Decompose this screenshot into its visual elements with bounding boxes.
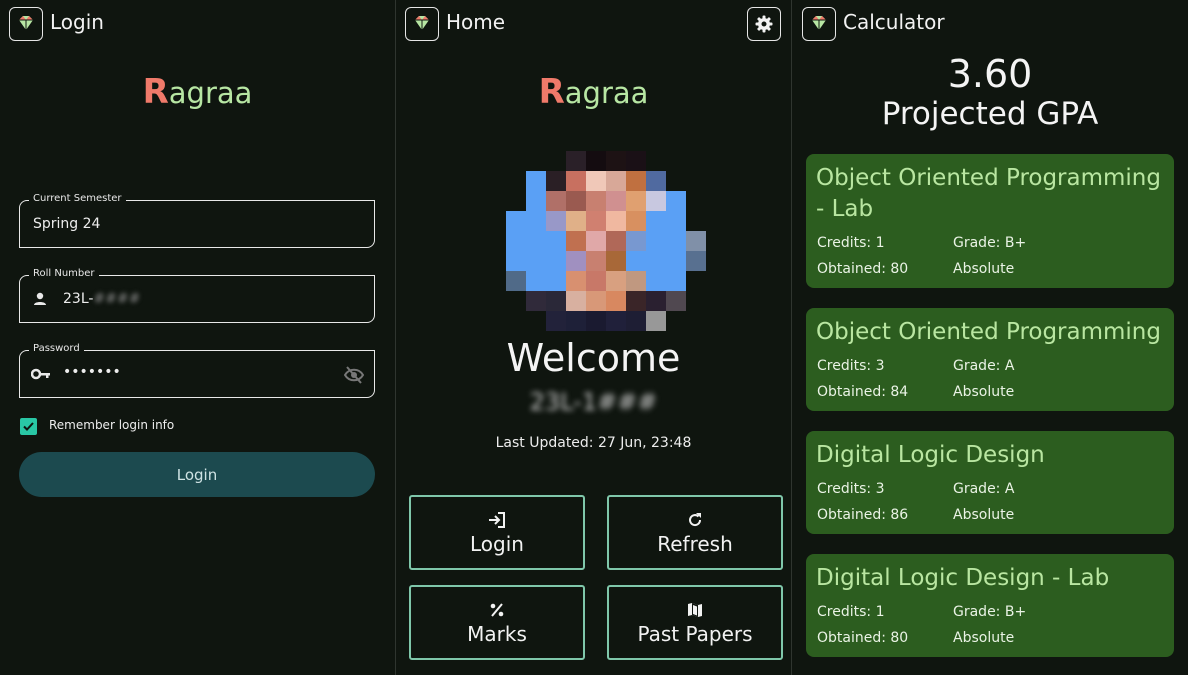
key-icon: [31, 368, 50, 380]
course-grading-type: Absolute: [953, 384, 1015, 400]
person-icon: [34, 292, 46, 305]
app-bar: Login: [9, 7, 386, 41]
brand-logo: Ragraa: [538, 72, 649, 112]
course-credits: Credits: 3: [817, 358, 885, 374]
past-papers-tile[interactable]: Past Papers: [607, 585, 783, 660]
password-field[interactable]: Password •••••••: [19, 343, 375, 398]
profile-avatar: [506, 151, 706, 331]
course-grade: Grade: A: [953, 481, 1015, 497]
home-screen: Home Ragraa Welcome 23L-1### Last Update…: [396, 0, 791, 675]
check-icon: [23, 422, 34, 431]
gem-icon: [18, 15, 34, 31]
password-label: Password: [29, 343, 84, 354]
last-updated-text: Last Updated: 27 Jun, 23:48: [495, 435, 692, 451]
settings-button[interactable]: [747, 7, 781, 41]
app-logo-button[interactable]: [9, 7, 43, 41]
course-grade: Grade: B+: [953, 235, 1027, 251]
course-credits: Credits: 3: [817, 481, 885, 497]
course-card[interactable]: Digital Logic Design Credits: 3 Grade: A…: [806, 431, 1174, 534]
gem-icon: [811, 15, 827, 31]
visibility-off-icon[interactable]: [344, 366, 364, 384]
app-bar: Calculator: [802, 7, 1179, 41]
course-grading-type: Absolute: [953, 261, 1015, 277]
remember-label: Remember login info: [49, 418, 175, 432]
course-grading-type: Absolute: [953, 630, 1015, 646]
user-name: 23L-1###: [529, 388, 658, 416]
login-tile-label: Login: [470, 531, 524, 556]
course-title: Digital Logic Design: [816, 442, 1045, 468]
course-grading-type: Absolute: [953, 507, 1015, 523]
course-card[interactable]: Digital Logic Design - Lab Credits: 1 Gr…: [806, 554, 1174, 657]
gear-icon: [755, 15, 773, 33]
login-icon: [489, 511, 505, 528]
app-logo-button[interactable]: [405, 7, 439, 41]
roll-number-label: Roll Number: [29, 268, 99, 279]
welcome-heading: Welcome: [506, 336, 681, 380]
login-screen: Login Ragraa Current Semester Spring 24 …: [0, 0, 395, 675]
course-card[interactable]: Object Oriented Programming - Lab Credit…: [806, 154, 1174, 288]
login-tile[interactable]: Login: [409, 495, 585, 570]
course-grade: Grade: A: [953, 358, 1015, 374]
app-bar-title: Home: [446, 10, 506, 34]
calculator-screen: Calculator 3.60 Projected GPA Object Ori…: [792, 0, 1188, 675]
app-bar-title: Login: [50, 10, 104, 34]
password-value: •••••••: [63, 364, 121, 380]
past-papers-tile-label: Past Papers: [637, 621, 753, 646]
course-title: Object Oriented Programming: [816, 319, 1161, 345]
course-grade: Grade: B+: [953, 604, 1027, 620]
refresh-icon: [689, 512, 702, 526]
semester-value: Spring 24: [33, 216, 101, 232]
course-title: Digital Logic Design - Lab: [816, 565, 1110, 591]
course-obtained: Obtained: 80: [817, 630, 909, 646]
roll-number-value: 23L-####: [63, 291, 141, 307]
marks-tile-label: Marks: [467, 621, 527, 646]
gpa-label: Projected GPA: [881, 96, 1099, 132]
course-obtained: Obtained: 84: [817, 384, 909, 400]
course-obtained: Obtained: 80: [817, 261, 909, 277]
app-logo-button[interactable]: [802, 7, 836, 41]
refresh-tile[interactable]: Refresh: [607, 495, 783, 570]
refresh-tile-label: Refresh: [657, 531, 733, 556]
roll-number-field[interactable]: Roll Number 23L-####: [19, 268, 375, 323]
course-credits: Credits: 1: [817, 235, 885, 251]
gem-icon: [414, 15, 430, 31]
course-card[interactable]: Object Oriented Programming Credits: 3 G…: [806, 308, 1174, 411]
remember-checkbox[interactable]: [20, 418, 37, 435]
app-bar-title: Calculator: [843, 10, 945, 34]
app-bar: Home: [405, 7, 782, 41]
percent-icon: [490, 602, 504, 617]
course-obtained: Obtained: 86: [817, 507, 909, 523]
course-credits: Credits: 1: [817, 604, 885, 620]
marks-tile[interactable]: Marks: [409, 585, 585, 660]
course-title: Object Oriented Programming - Lab: [816, 165, 1161, 222]
login-button[interactable]: Login: [19, 452, 375, 497]
map-icon: [688, 602, 702, 617]
semester-label: Current Semester: [29, 193, 126, 204]
semester-field[interactable]: Current Semester Spring 24: [19, 193, 375, 248]
gpa-value: 3.60: [947, 52, 1033, 96]
brand-logo: Ragraa: [142, 72, 253, 112]
